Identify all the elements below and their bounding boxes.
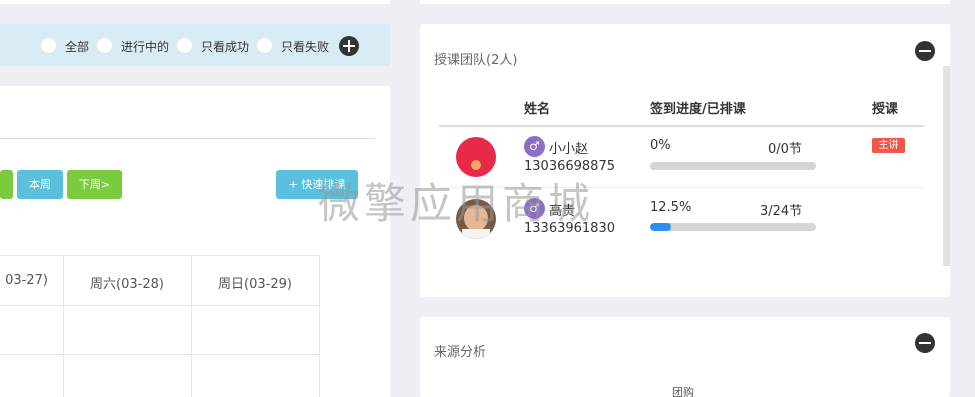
source-chart-label: 团购 bbox=[672, 386, 694, 397]
add-filter-icon[interactable] bbox=[339, 36, 359, 56]
next-week-button[interactable]: 下周> bbox=[67, 170, 122, 199]
header-progress: 签到进度/已排课 bbox=[650, 102, 746, 117]
top-card-edge-right bbox=[420, 0, 950, 4]
this-week-button[interactable]: 本周 bbox=[17, 170, 63, 199]
day-header-sunday: 周日(03-29) bbox=[218, 277, 292, 292]
status-filter-bar: 全部 进行中的 只看成功 只看失败 bbox=[0, 24, 390, 66]
collapse-team-icon[interactable] bbox=[915, 41, 935, 61]
team-title: 授课团队(2人) bbox=[434, 53, 518, 68]
day-header-saturday: 周六(03-28) bbox=[90, 277, 164, 292]
filter-all-radio[interactable] bbox=[40, 37, 57, 54]
header-name: 姓名 bbox=[524, 102, 551, 117]
filter-failed-label: 只看失败 bbox=[281, 40, 330, 54]
progress-bar bbox=[650, 162, 816, 170]
lesson-count: 0/0节 bbox=[768, 142, 802, 157]
progress-bar-fill bbox=[650, 223, 671, 231]
grid-line bbox=[0, 305, 320, 306]
filter-success-radio[interactable] bbox=[176, 37, 193, 54]
schedule-grid: 03-27) 周六(03-28) 周日(03-29) bbox=[0, 255, 320, 397]
filter-failed-radio[interactable] bbox=[256, 37, 273, 54]
progress-bar bbox=[650, 223, 816, 231]
lesson-count: 3/24节 bbox=[760, 204, 803, 219]
progress-percent: 0% bbox=[650, 138, 671, 153]
collapse-source-icon[interactable] bbox=[915, 333, 935, 353]
filter-success-label: 只看成功 bbox=[201, 40, 250, 54]
header-role: 授课 bbox=[872, 102, 899, 117]
filter-ongoing-label: 进行中的 bbox=[121, 40, 170, 54]
team-scrollbar-thumb[interactable] bbox=[943, 66, 950, 266]
grid-line bbox=[0, 354, 320, 355]
team-scrollbar[interactable] bbox=[943, 66, 950, 266]
watermark: 微擎应用商城 bbox=[318, 179, 595, 228]
teaching-team-card: 授课团队(2人) 姓名 签到进度/已排课 授课 ♂ 小小赵 1303669887… bbox=[420, 24, 950, 297]
prev-week-button[interactable] bbox=[0, 170, 13, 199]
grid-line bbox=[319, 255, 320, 397]
grid-line bbox=[0, 255, 320, 256]
filter-ongoing-radio[interactable] bbox=[96, 37, 113, 54]
day-header-friday: 03-27) bbox=[5, 273, 48, 288]
source-analysis-card: 来源分析 团购 bbox=[420, 317, 950, 397]
member-name: 小小赵 bbox=[549, 142, 589, 157]
source-title: 来源分析 bbox=[434, 345, 487, 360]
top-card-edge bbox=[0, 0, 390, 4]
table-header-divider bbox=[439, 125, 924, 127]
gender-icon: ♂ bbox=[524, 136, 545, 157]
schedule-divider bbox=[0, 138, 375, 139]
role-badge: 主讲 bbox=[872, 138, 905, 153]
schedule-card: 本周 下周> + 快速排课 03-27) 周六(03-28) 周日(03-29) bbox=[0, 86, 390, 397]
filter-all-label: 全部 bbox=[65, 40, 90, 54]
progress-percent: 12.5% bbox=[650, 200, 692, 215]
